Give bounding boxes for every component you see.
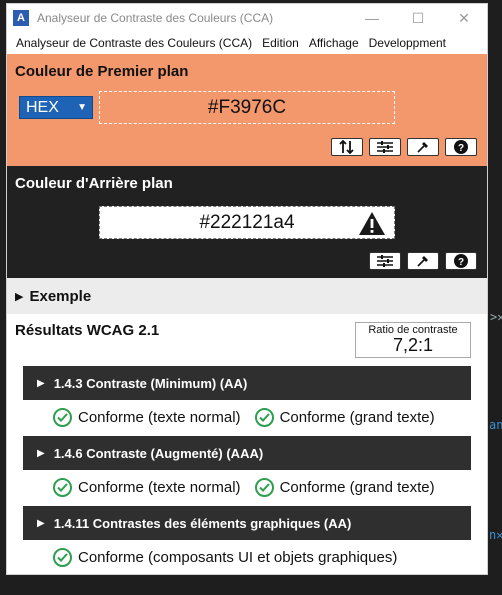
results-title: Résultats WCAG 2.1 xyxy=(15,322,160,339)
fg-adjust-button[interactable] xyxy=(369,138,401,156)
window-title: Analyseur de Contraste des Couleurs (CCA… xyxy=(37,11,274,25)
criterion-1-4-3[interactable]: ▶ 1.4.3 Contraste (Minimum) (AA) xyxy=(23,366,471,400)
check-circle-icon xyxy=(254,408,274,427)
check-circle-icon xyxy=(254,478,274,497)
example-label: Exemple xyxy=(29,287,92,305)
result-text: Conforme (grand texte) xyxy=(279,479,435,496)
foreground-panel: Couleur de Premier plan HEX ▼ #F3976C ? xyxy=(7,54,487,166)
example-expander[interactable]: ▶ Exemple xyxy=(7,278,487,314)
background-title: Couleur d'Arrière plan xyxy=(15,175,173,192)
background-hex-input[interactable]: #222121a4 xyxy=(99,206,395,239)
expand-triangle-icon: ▶ xyxy=(15,290,24,303)
result-text: Conforme (texte normal) xyxy=(78,479,241,496)
help-icon: ? xyxy=(454,140,468,154)
criterion-label: 1.4.6 Contraste (Augmenté) (AAA) xyxy=(53,445,264,461)
sliders-icon xyxy=(377,255,393,267)
minimize-button[interactable]: — xyxy=(349,4,395,32)
check-circle-icon xyxy=(53,548,72,567)
editor-fragment: >✕ xyxy=(490,310,502,324)
bg-help-button[interactable]: ? xyxy=(445,252,477,270)
warning-icon xyxy=(359,212,385,235)
criterion-1-4-3-results: Conforme (texte normal) Conforme (grand … xyxy=(53,408,435,427)
swap-colors-button[interactable] xyxy=(331,138,363,156)
foreground-hex-input[interactable]: #F3976C xyxy=(99,91,395,124)
cca-window: A Analyseur de Contraste des Couleurs (C… xyxy=(6,3,488,575)
bg-adjust-button[interactable] xyxy=(369,252,401,270)
svg-text:?: ? xyxy=(458,143,464,154)
format-select-value: HEX xyxy=(26,98,59,116)
maximize-button[interactable]: ☐ xyxy=(395,4,441,32)
menu-developpment[interactable]: Developpment xyxy=(364,36,451,50)
close-button[interactable]: ✕ xyxy=(441,4,487,32)
editor-fragment: n✕ xyxy=(489,528,502,542)
menu-affichage[interactable]: Affichage xyxy=(304,36,364,50)
background-hex-value: #222121a4 xyxy=(199,211,295,233)
menu-bar: Analyseur de Contraste des Couleurs (CCA… xyxy=(7,32,487,54)
foreground-title: Couleur de Premier plan xyxy=(15,63,189,80)
menu-cca[interactable]: Analyseur de Contraste des Couleurs (CCA… xyxy=(11,36,257,50)
eyedropper-icon xyxy=(417,142,428,153)
results-panel: Résultats WCAG 2.1 Ratio de contraste 7,… xyxy=(7,314,487,574)
result-text: Conforme (composants UI et objets graphi… xyxy=(78,549,398,566)
criterion-label: 1.4.11 Contrastes des éléments graphique… xyxy=(53,515,352,531)
swap-arrows-icon xyxy=(339,140,354,154)
check-circle-icon xyxy=(53,408,72,427)
criterion-label: 1.4.3 Contraste (Minimum) (AA) xyxy=(53,375,248,391)
bg-eyedropper-button[interactable] xyxy=(407,252,439,270)
expand-triangle-icon: ▶ xyxy=(37,377,45,389)
criterion-1-4-11[interactable]: ▶ 1.4.11 Contrastes des éléments graphiq… xyxy=(23,506,471,540)
expand-triangle-icon: ▶ xyxy=(37,447,45,459)
criterion-1-4-6-results: Conforme (texte normal) Conforme (grand … xyxy=(53,478,435,497)
sliders-icon xyxy=(377,141,393,153)
app-logo-icon: A xyxy=(13,10,29,26)
chevron-down-icon: ▼ xyxy=(77,102,87,113)
check-circle-icon xyxy=(53,478,72,497)
format-select[interactable]: HEX ▼ xyxy=(19,96,93,119)
eyedropper-icon xyxy=(417,256,428,267)
criterion-1-4-6[interactable]: ▶ 1.4.6 Contraste (Augmenté) (AAA) xyxy=(23,436,471,470)
svg-text:?: ? xyxy=(458,257,464,268)
help-icon: ? xyxy=(454,254,468,268)
fg-eyedropper-button[interactable] xyxy=(407,138,439,156)
expand-triangle-icon: ▶ xyxy=(37,517,45,529)
title-bar: A Analyseur de Contraste des Couleurs (C… xyxy=(7,4,487,32)
contrast-ratio-box: Ratio de contraste 7,2:1 xyxy=(355,322,471,358)
background-panel: Couleur d'Arrière plan #222121a4 ? xyxy=(7,166,487,278)
criterion-1-4-11-results: Conforme (composants UI et objets graphi… xyxy=(53,548,397,567)
result-text: Conforme (texte normal) xyxy=(78,409,241,426)
result-text: Conforme (grand texte) xyxy=(279,409,435,426)
editor-fragment: an xyxy=(489,418,502,432)
fg-help-button[interactable]: ? xyxy=(445,138,477,156)
contrast-ratio-value: 7,2:1 xyxy=(392,335,434,355)
menu-edition[interactable]: Edition xyxy=(257,36,304,50)
